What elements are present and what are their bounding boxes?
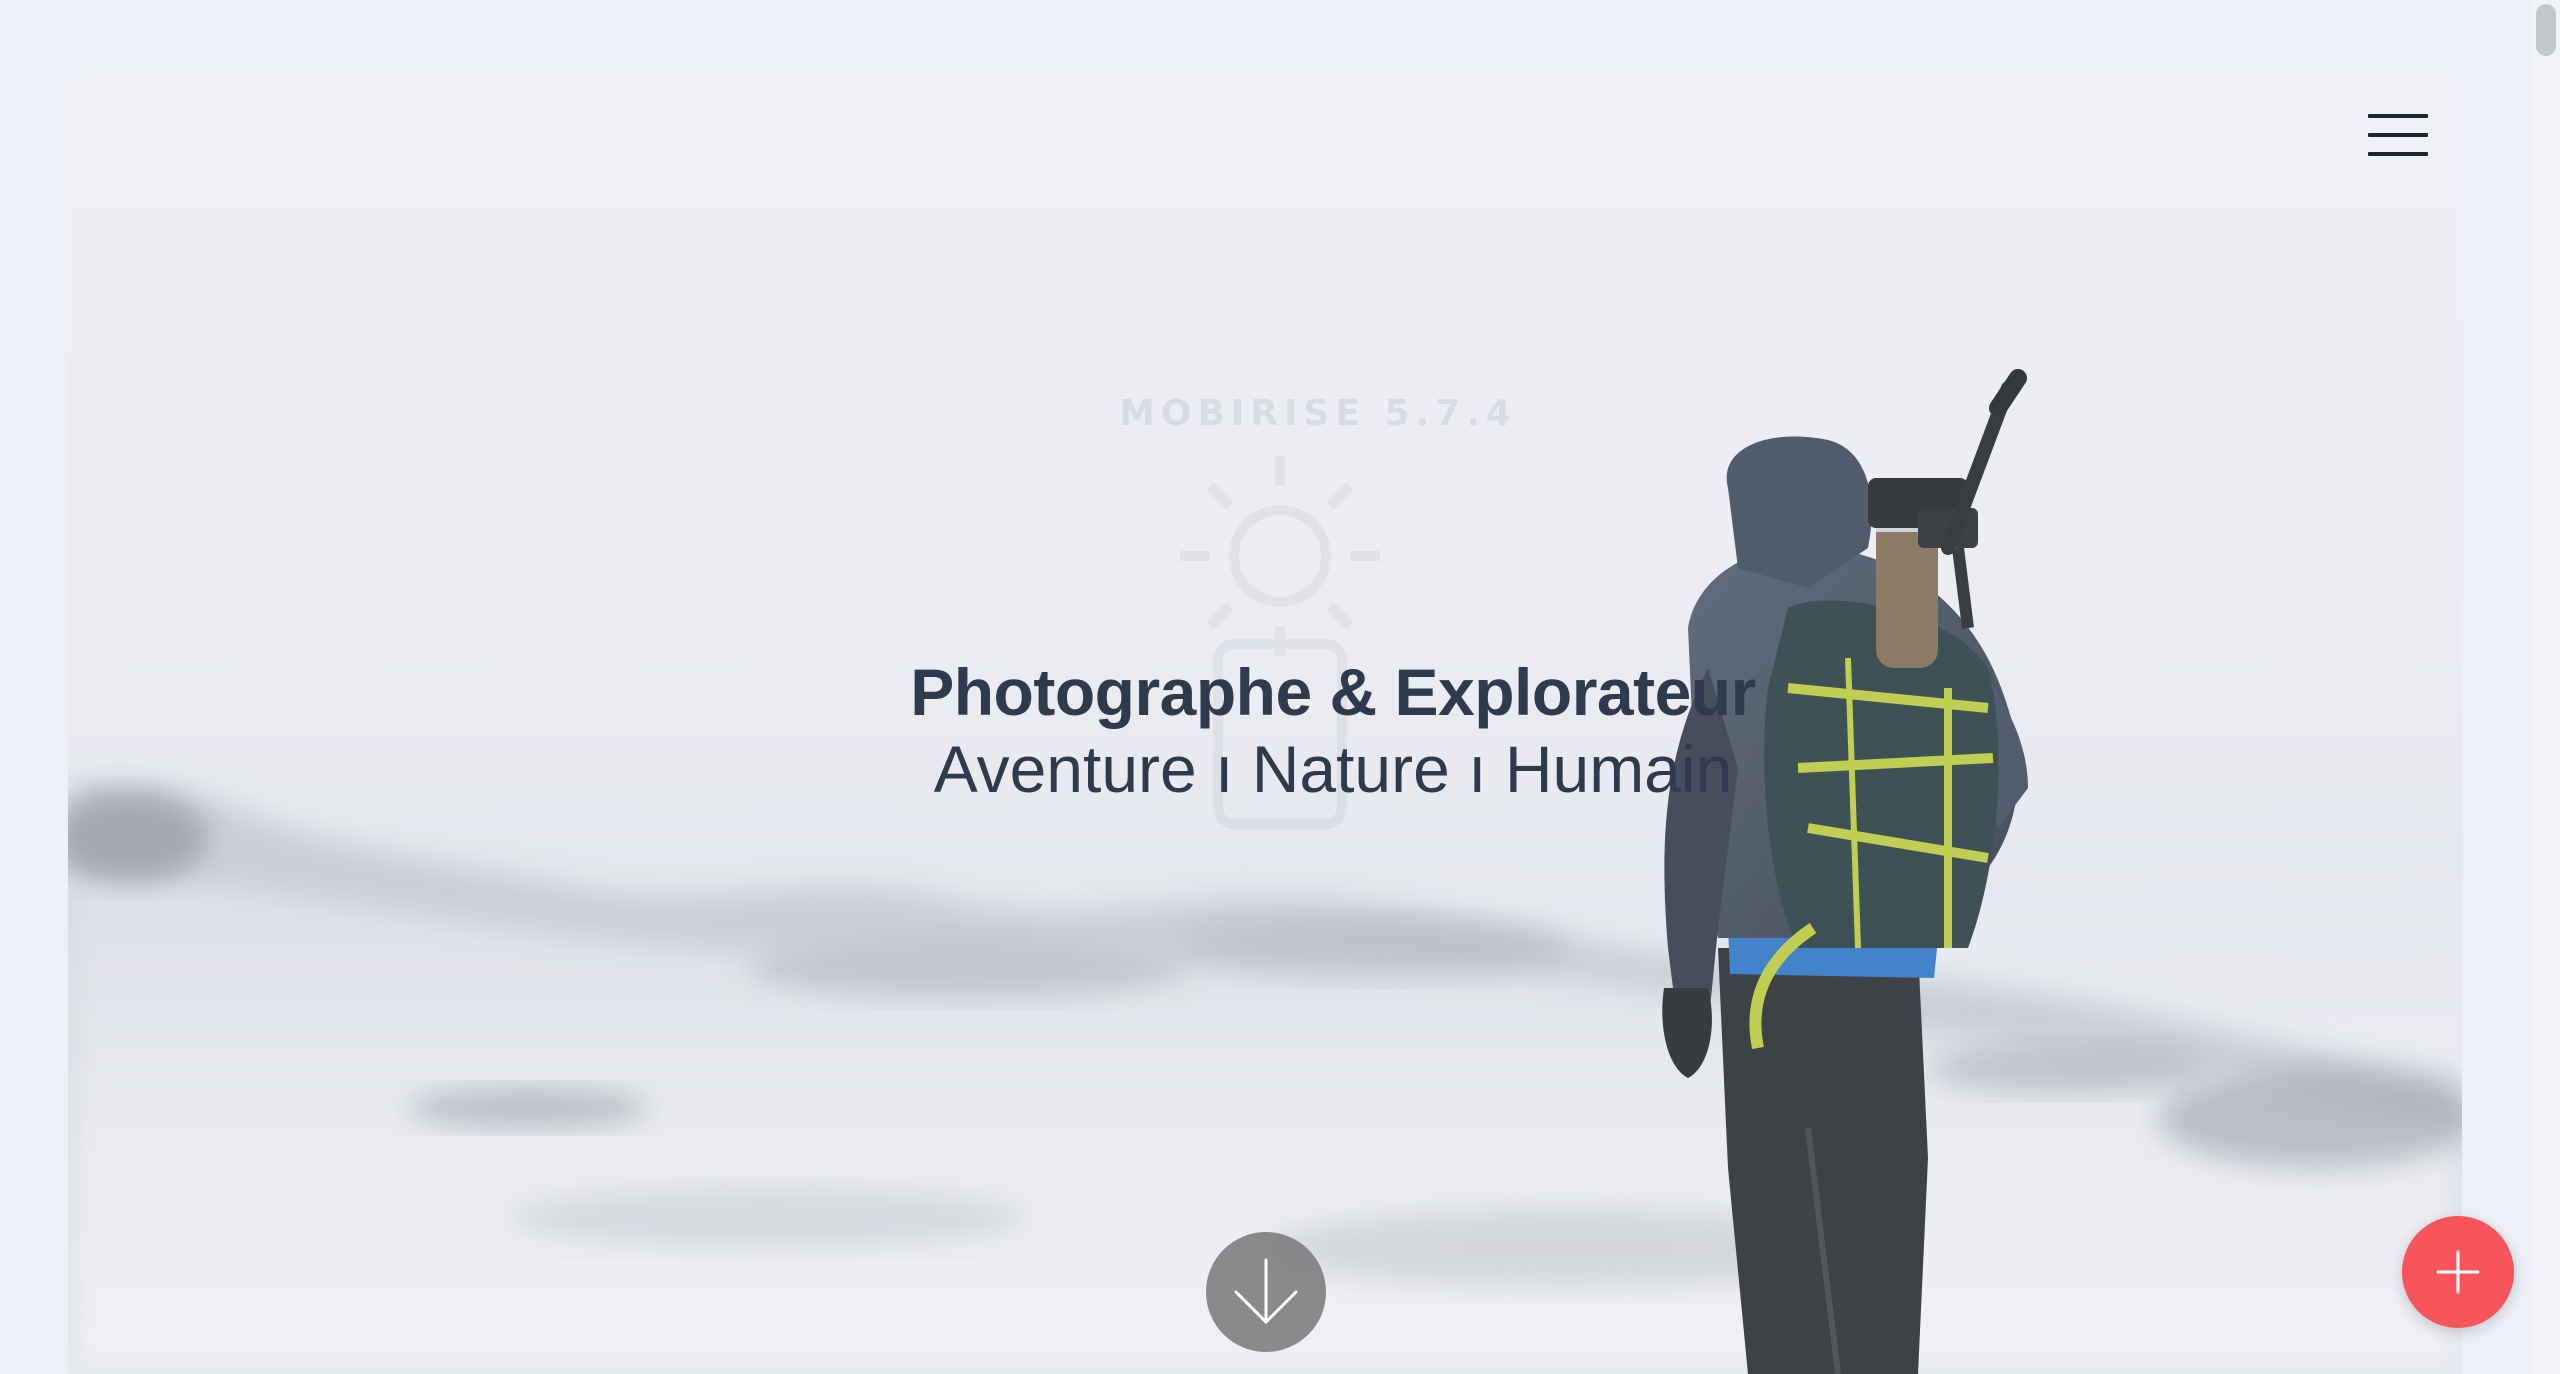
plus-icon <box>2436 1250 2480 1294</box>
scrollbar-thumb[interactable] <box>2536 4 2556 56</box>
page: MOBIRISE 5.7.4 Photographe & Explorateur… <box>0 0 2560 1374</box>
hero-section: MOBIRISE 5.7.4 Photographe & Explorateur… <box>68 68 2462 1374</box>
mobirise-watermark: MOBIRISE 5.7.4 <box>1119 393 1517 434</box>
arrow-down-icon <box>1234 1258 1298 1325</box>
hero-text: Photographe & Explorateur Aventure ı Nat… <box>768 652 1898 806</box>
page-title: Photographe & Explorateur <box>910 655 1756 729</box>
menu-line-middle <box>2368 133 2428 137</box>
menu-line-bottom <box>2368 152 2428 156</box>
add-button[interactable] <box>2402 1216 2514 1328</box>
menu-line-top <box>2368 114 2428 118</box>
vertical-scrollbar[interactable] <box>2532 0 2560 1374</box>
page-subtitle: Aventure ı Nature ı Humain <box>933 732 1733 806</box>
scroll-down-button[interactable] <box>1206 1232 1326 1352</box>
hamburger-menu-icon[interactable] <box>2368 114 2428 158</box>
